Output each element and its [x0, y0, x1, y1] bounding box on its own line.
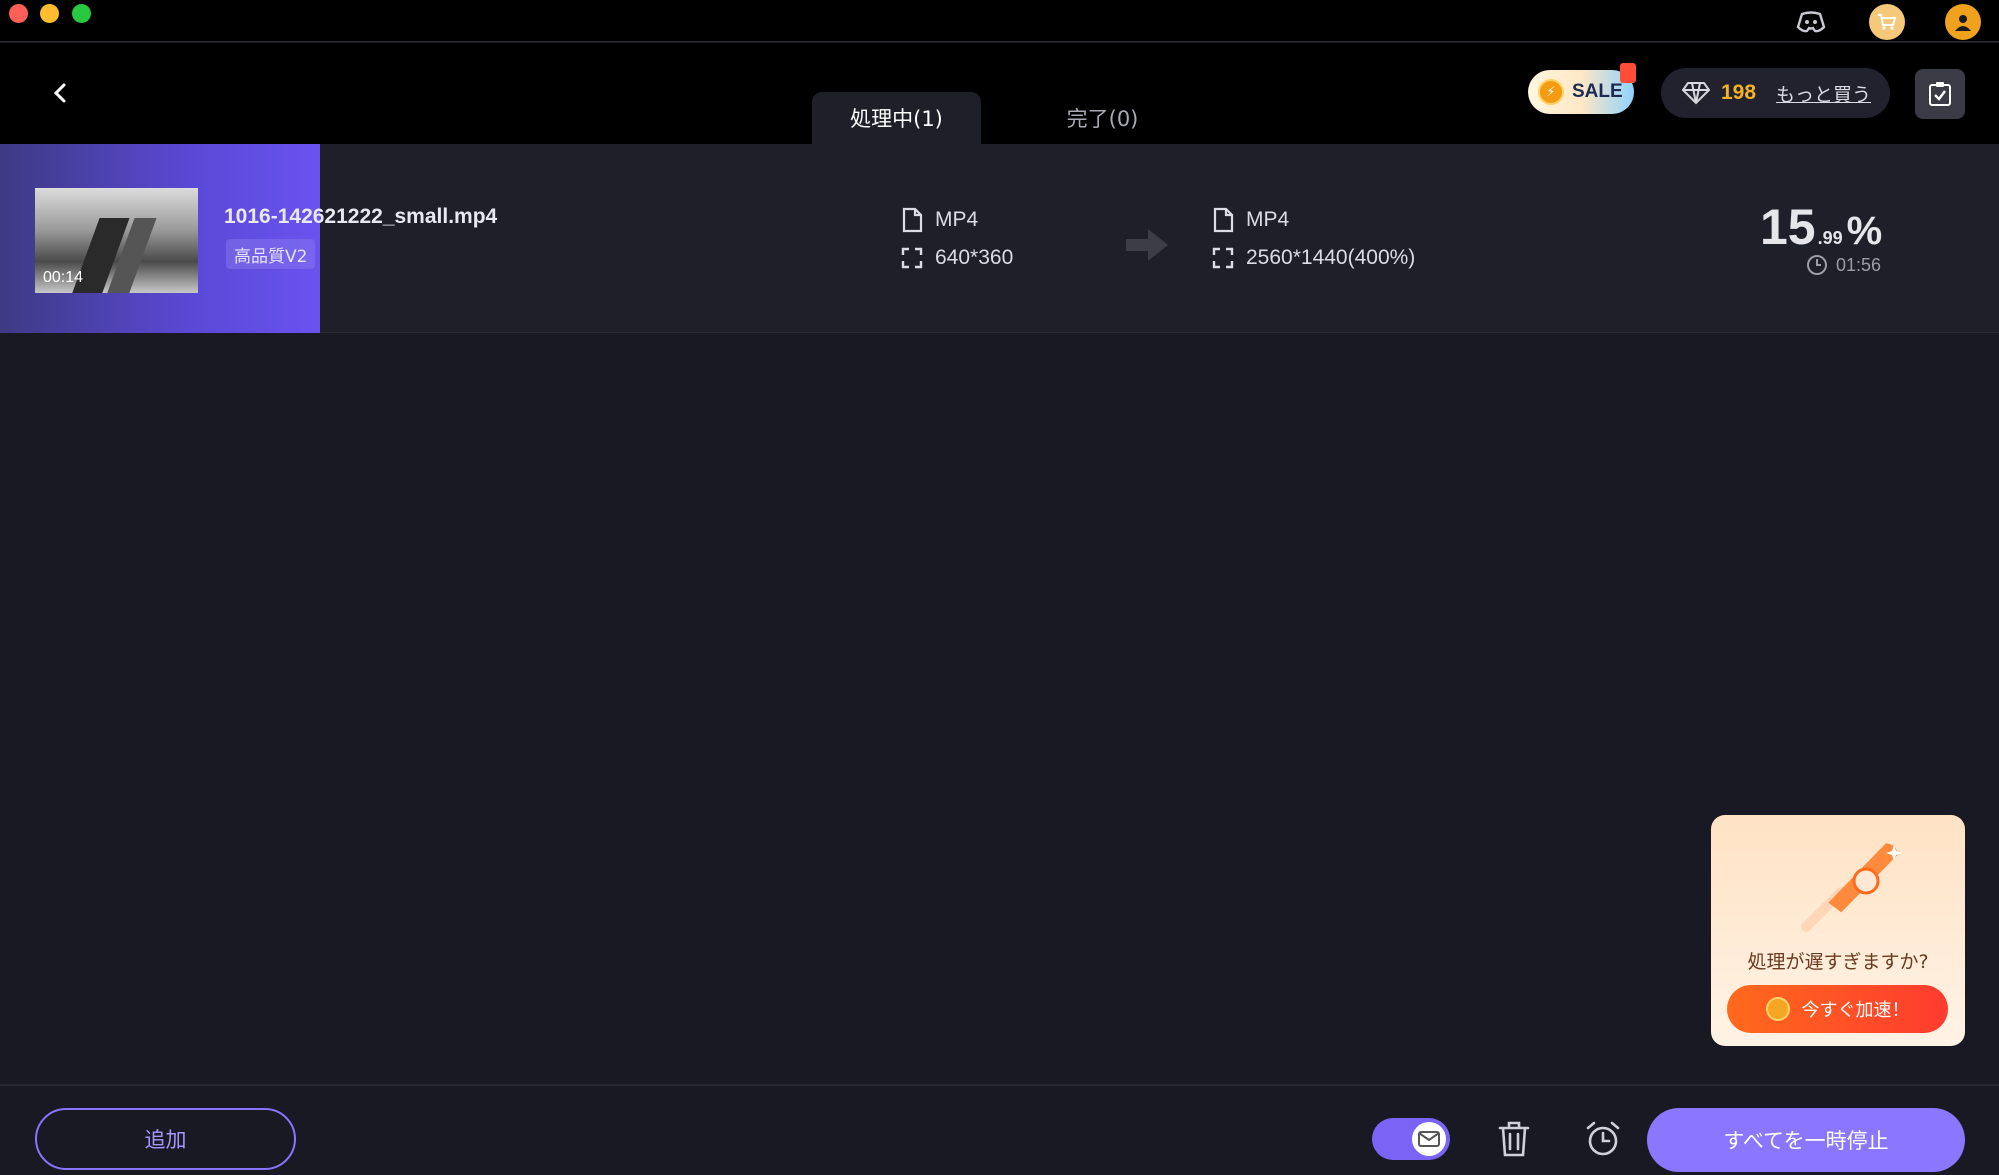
quality-tag: 高品質V2 — [226, 239, 316, 269]
pause-all-button[interactable]: すべてを一時停止 — [1647, 1108, 1965, 1172]
file-icon — [1213, 207, 1234, 233]
resolution-icon — [1212, 247, 1234, 269]
window-minimize-button[interactable] — [40, 4, 59, 23]
resolution-icon — [901, 247, 923, 269]
boost-now-label: 今すぐ加速！ — [1801, 1000, 1910, 1021]
buy-more-link[interactable]: もっと買う — [1776, 80, 1871, 107]
footer: 追加 すべてを一時停止 — [0, 1084, 1999, 1175]
coin-icon: ⚡ — [1538, 79, 1564, 105]
thumbnail-duration: 00:14 — [43, 269, 84, 286]
source-resolution-label: 640*360 — [935, 246, 1014, 269]
file-name: 1016-142621222_small.mp4 — [224, 205, 498, 228]
boost-now-button[interactable]: 今すぐ加速！ — [1727, 985, 1948, 1033]
task-list-button[interactable] — [1915, 69, 1965, 119]
tab-done[interactable]: 完了(0) — [1020, 92, 1185, 144]
target-format: MP4 — [1212, 207, 1289, 233]
add-button[interactable]: 追加 — [35, 1108, 296, 1170]
remaining-time: 01:56 — [1806, 254, 1881, 276]
trash-icon — [1498, 1121, 1530, 1157]
speed-up-promo: 処理が遅すぎますか? 今すぐ加速！ — [1711, 815, 1965, 1046]
alarm-icon — [1586, 1121, 1620, 1156]
target-resolution-label: 2560*1440(400%) — [1246, 246, 1416, 269]
source-format-label: MP4 — [935, 208, 979, 231]
discord-icon[interactable] — [1794, 6, 1828, 38]
target-resolution: 2560*1440(400%) — [1212, 246, 1415, 270]
progress-decimal: .99 — [1817, 228, 1843, 248]
user-icon[interactable] — [1945, 4, 1981, 40]
fire-icon — [1620, 63, 1636, 83]
clipboard-icon — [1929, 82, 1951, 106]
promo-title: 処理が遅すぎますか? — [1747, 951, 1929, 973]
clock-icon — [1807, 255, 1827, 275]
task-row: 00:14 1016-142621222_small.mp4 高品質V2 MP4… — [0, 144, 1999, 333]
title-bar — [0, 0, 1999, 42]
credits-panel: 198 もっと買う — [1661, 68, 1890, 118]
video-thumbnail[interactable]: 00:14 — [35, 188, 198, 293]
schedule-button[interactable] — [1582, 1118, 1624, 1160]
sale-badge[interactable]: ⚡ SALE — [1528, 70, 1634, 114]
delete-button[interactable] — [1494, 1118, 1534, 1160]
rocket-icon — [1801, 843, 1902, 932]
source-format: MP4 — [901, 207, 978, 233]
mail-icon — [1412, 1122, 1446, 1156]
window-maximize-button[interactable] — [72, 4, 91, 23]
coin-icon — [1765, 997, 1790, 1021]
sale-label: SALE — [1572, 81, 1623, 102]
progress-integer: 15 — [1760, 199, 1816, 255]
target-format-label: MP4 — [1246, 208, 1290, 231]
header: 処理中(1) 完了(0) ⚡ SALE 198 もっと買う — [0, 43, 1999, 144]
remaining-time-label: 01:56 — [1836, 254, 1882, 275]
tab-processing[interactable]: 処理中(1) — [812, 92, 981, 144]
arrow-right-icon — [1123, 224, 1171, 266]
progress-sign: % — [1846, 209, 1883, 253]
source-resolution: 640*360 — [901, 246, 1013, 270]
back-button[interactable] — [42, 75, 78, 111]
progress-percent: 15 .99 % — [1760, 198, 1882, 256]
window-close-button[interactable] — [9, 4, 28, 23]
gem-icon — [1681, 80, 1711, 106]
file-icon — [902, 207, 923, 233]
credits-count: 198 — [1721, 81, 1757, 104]
email-notify-toggle[interactable] — [1372, 1118, 1450, 1160]
cart-icon[interactable] — [1869, 4, 1905, 40]
back-icon — [53, 83, 66, 103]
